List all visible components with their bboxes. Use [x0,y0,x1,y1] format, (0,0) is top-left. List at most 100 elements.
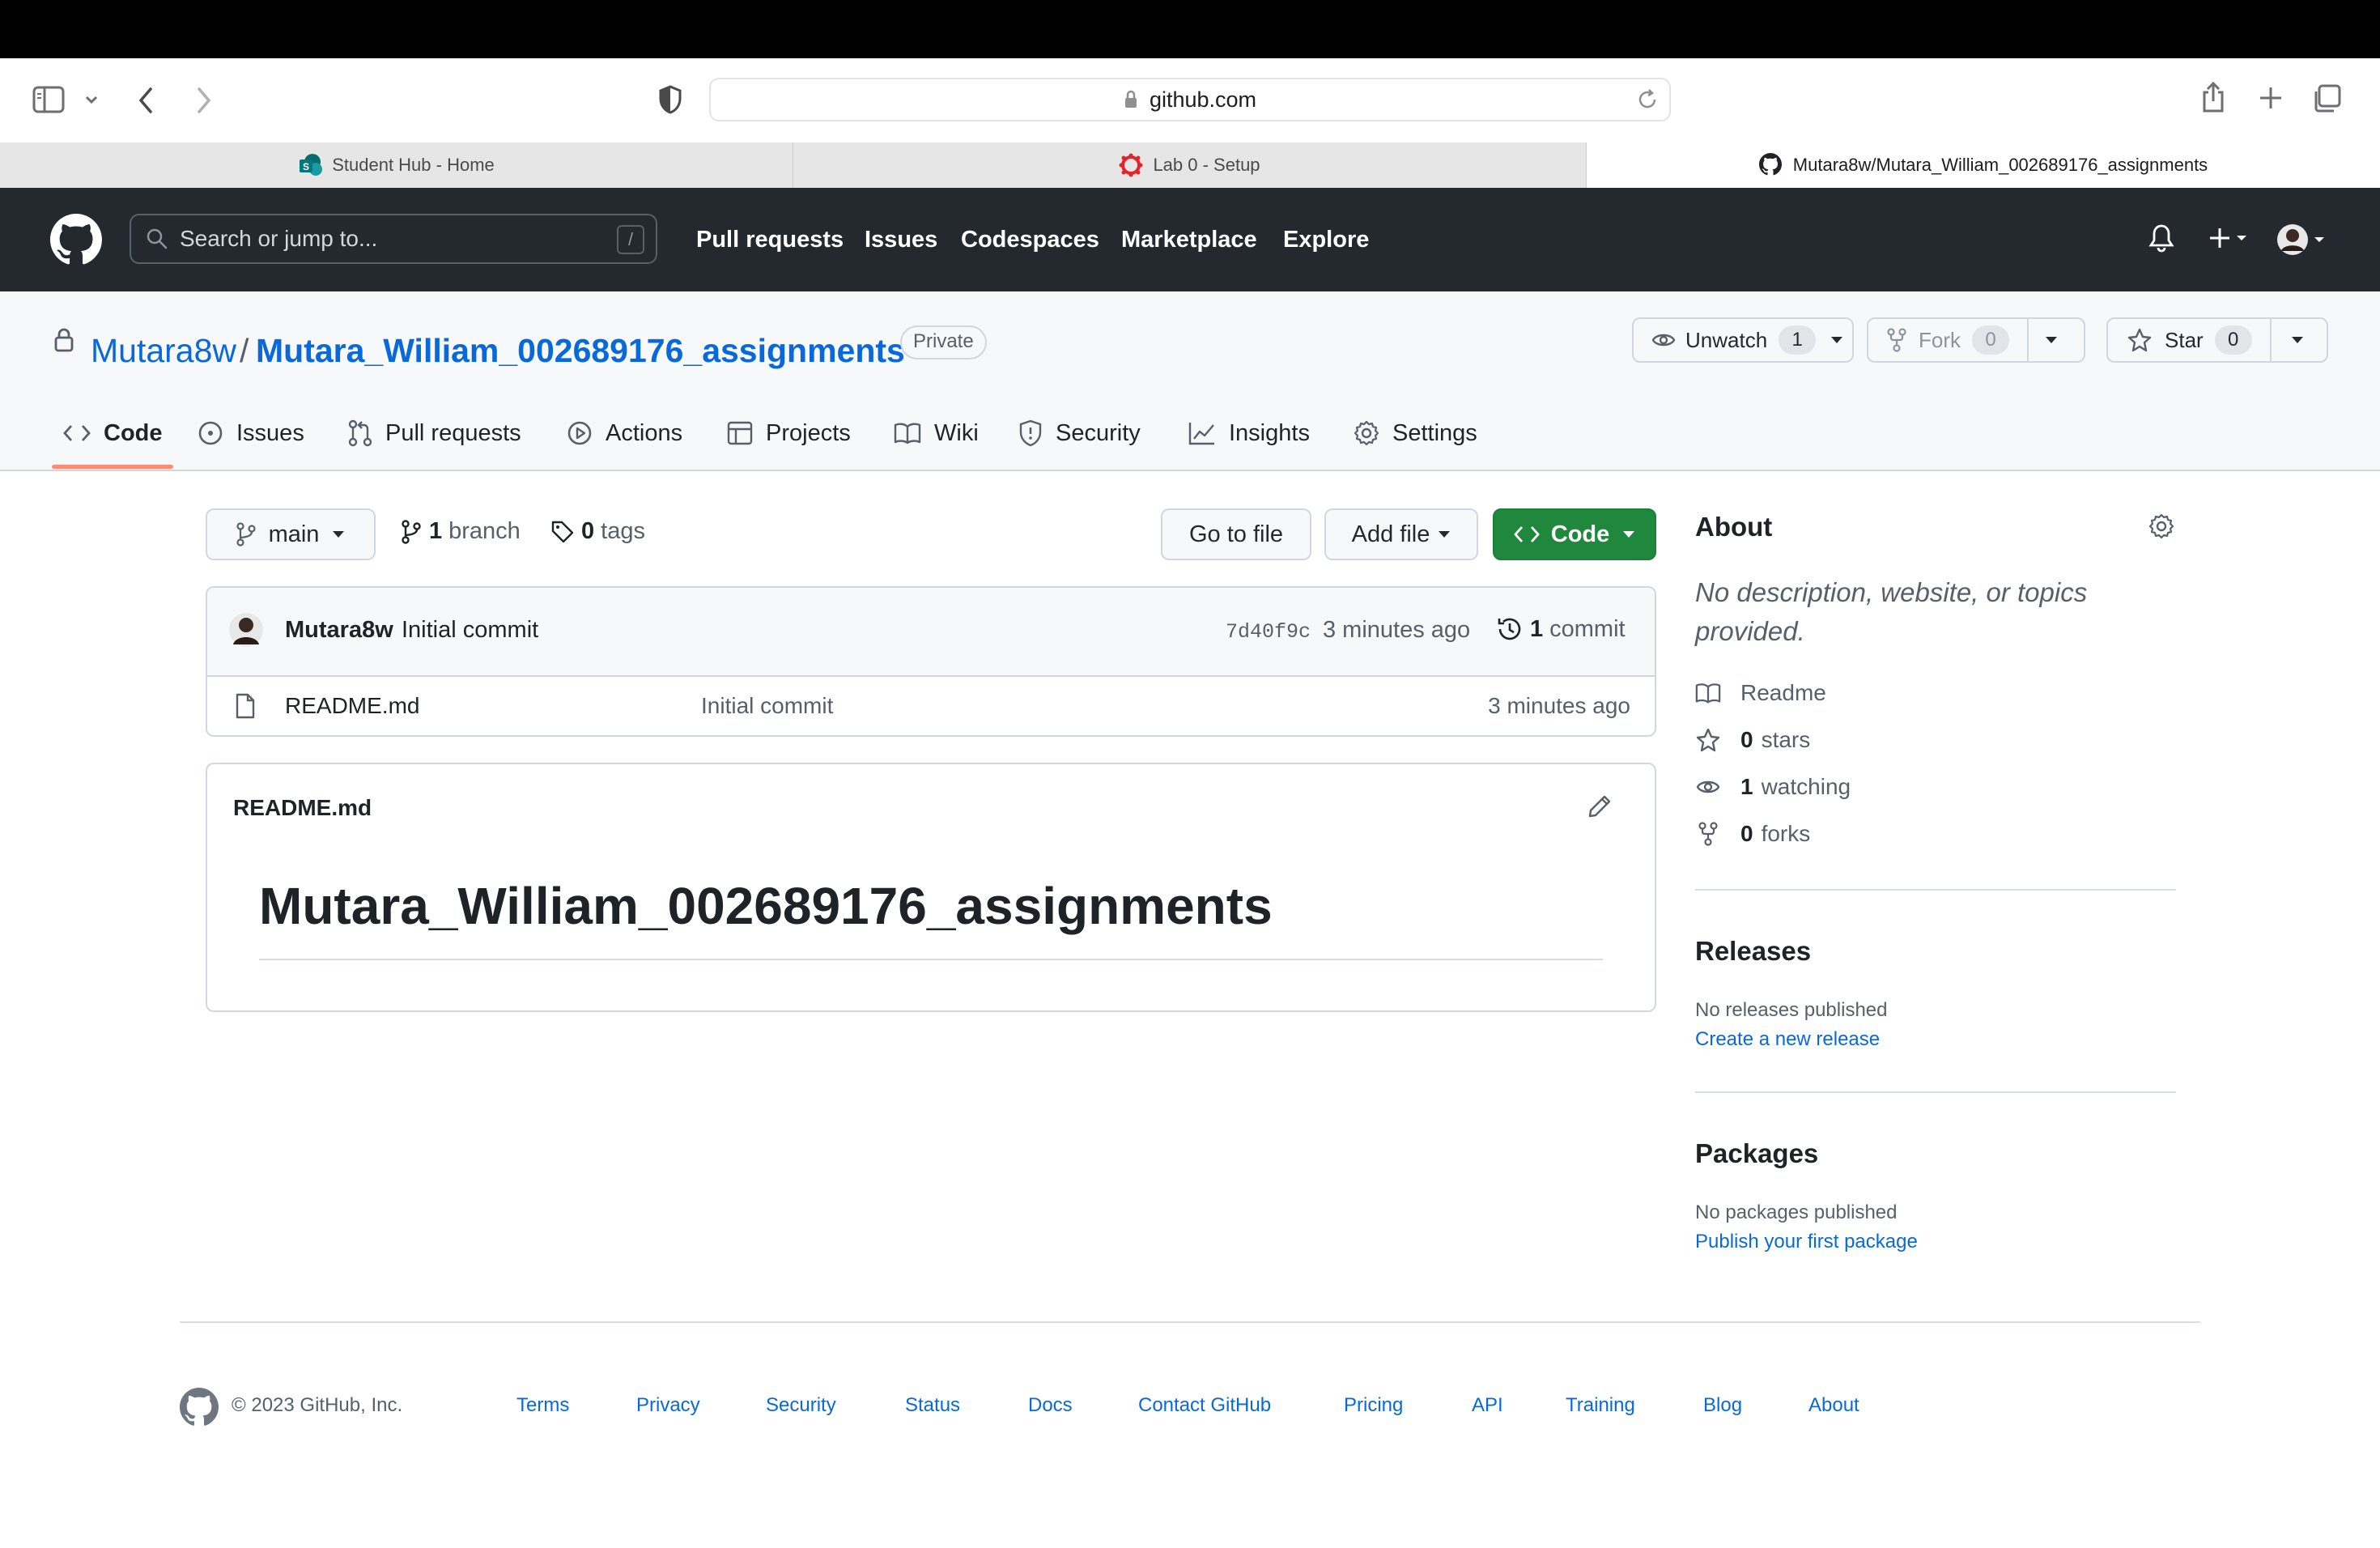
create-new-menu[interactable] [2208,227,2247,249]
footer-link-terms[interactable]: Terms [516,1394,569,1417]
caret-down-icon[interactable] [2045,336,2058,344]
reload-icon[interactable] [1635,87,1660,112]
gear-icon [1354,420,1392,446]
github-mark-icon[interactable] [180,1388,219,1427]
breadcrumb-separator: / [240,331,249,369]
tab-wiki[interactable]: Wiki [894,398,979,468]
avatar[interactable] [228,612,264,648]
footer-link-privacy[interactable]: Privacy [636,1394,700,1417]
packages-title[interactable]: Packages [1695,1138,1818,1169]
tab-security[interactable]: Security [1018,398,1141,468]
nav-codespaces[interactable]: Codespaces [961,188,1099,291]
branch-selector[interactable]: main [206,508,376,560]
file-list-box: Mutara8w Initial commit 7d40f9c 3 minute… [206,586,1656,737]
readme-link[interactable]: Readme [1695,680,1826,706]
publish-package-link[interactable]: Publish your first package [1695,1231,1918,1253]
pencil-icon[interactable] [1587,793,1613,819]
commits-link[interactable]: 1 commit [1496,615,1626,643]
file-icon [235,693,256,719]
back-icon[interactable] [136,86,155,115]
share-icon[interactable] [2200,81,2226,113]
footer-link-training[interactable]: Training [1566,1394,1635,1417]
go-to-file-button[interactable]: Go to file [1161,508,1311,560]
watching-link[interactable]: 1 watching [1695,774,1851,800]
nav-explore[interactable]: Explore [1283,188,1369,291]
tab-issues[interactable]: Issues [198,398,304,468]
nav-issues[interactable]: Issues [865,188,937,291]
file-name-link[interactable]: README.md [285,693,419,719]
commit-label: commit [1549,615,1626,642]
tab-actions[interactable]: Actions [567,398,682,468]
graph-icon [1188,421,1229,445]
tab-code[interactable]: Code [63,398,163,468]
sidebar-toggle-icon[interactable] [32,86,65,113]
readme-filename[interactable]: README.md [233,795,372,821]
file-commit-message[interactable]: Initial commit [701,693,833,719]
table-row: README.md Initial commit 3 minutes ago [207,675,1655,735]
sidebar-divider [1695,1091,2176,1093]
footer-link-about[interactable]: About [1808,1394,1859,1417]
footer-link-blog[interactable]: Blog [1703,1394,1742,1417]
commit-sha[interactable]: 7d40f9c [1226,620,1311,644]
nav-marketplace[interactable]: Marketplace [1121,188,1257,291]
privacy-shield-icon[interactable] [657,84,683,115]
watching-count: 1 [1740,774,1753,799]
tags-link[interactable]: 0 tags [550,518,645,545]
tab-label: Projects [766,419,851,446]
star-count: 0 [2214,325,2252,355]
user-menu[interactable] [2276,223,2325,256]
commit-message[interactable]: Initial commit [402,617,538,644]
browser-tab-student-hub[interactable]: S Student Hub - Home [0,142,793,188]
create-release-link[interactable]: Create a new release [1695,1028,1880,1051]
fork-button[interactable]: Fork 0 [1867,317,2085,363]
repo-owner-link[interactable]: Mutara8w [91,322,236,379]
branch-count: 1 [429,518,443,544]
book-icon [1695,682,1740,704]
unwatch-label: Unwatch [1685,327,1768,352]
star-icon [2127,328,2152,352]
chevron-down-icon[interactable] [84,94,99,105]
star-button[interactable]: Star 0 [2106,317,2328,363]
caret-down-icon[interactable] [1830,336,1843,344]
avatar [2276,223,2309,256]
github-logo-icon[interactable] [50,214,102,266]
tab-settings[interactable]: Settings [1354,398,1477,468]
branches-link[interactable]: 1 branch [402,518,521,545]
tab-projects[interactable]: Projects [727,398,851,468]
caret-down-icon[interactable] [2291,336,2304,344]
tab-overview-icon[interactable] [2312,84,2341,113]
stars-link[interactable]: 0 stars [1695,727,1810,753]
browser-tab-lab-setup[interactable]: Lab 0 - Setup [793,142,1587,188]
table-icon [727,421,766,445]
forks-link[interactable]: 0 forks [1695,821,1810,847]
add-file-button[interactable]: Add file [1324,508,1478,560]
unwatch-button[interactable]: Unwatch 1 [1632,317,1854,363]
forward-icon[interactable] [194,86,214,115]
notifications-bell-icon[interactable] [2148,223,2174,253]
repo-name-link[interactable]: Mutara_William_002689176_assignments [256,322,905,379]
releases-title[interactable]: Releases [1695,936,1811,967]
address-bar[interactable]: github.com [709,78,1671,121]
readme-box: README.md Mutara_William_002689176_assig… [206,763,1656,1012]
browser-tab-github-repo[interactable]: Mutara8w/Mutara_William_002689176_assign… [1587,142,2380,188]
visibility-badge: Private [900,325,987,359]
footer-link-contact[interactable]: Contact GitHub [1138,1394,1271,1417]
readme-label: Readme [1740,680,1826,705]
tab-pull-requests[interactable]: Pull requests [348,398,521,468]
browser-toolbar: github.com [0,58,2380,143]
footer-link-status[interactable]: Status [905,1394,960,1417]
footer-link-api[interactable]: API [1472,1394,1503,1417]
github-search-box[interactable]: Search or jump to... / [130,214,657,264]
tab-insights[interactable]: Insights [1188,398,1310,468]
footer-link-docs[interactable]: Docs [1028,1394,1073,1417]
tab-label: Lab 0 - Setup [1153,155,1260,175]
new-tab-icon[interactable] [2259,86,2283,110]
commit-author[interactable]: Mutara8w [285,617,393,644]
footer-link-pricing[interactable]: Pricing [1344,1394,1403,1417]
gear-icon[interactable] [2148,513,2174,539]
footer-link-security[interactable]: Security [766,1394,836,1417]
fork-label: Fork [1919,327,1961,352]
nav-pull-requests[interactable]: Pull requests [696,188,844,291]
commit-time: 3 minutes ago [1323,617,1471,643]
code-button[interactable]: Code [1493,508,1656,560]
